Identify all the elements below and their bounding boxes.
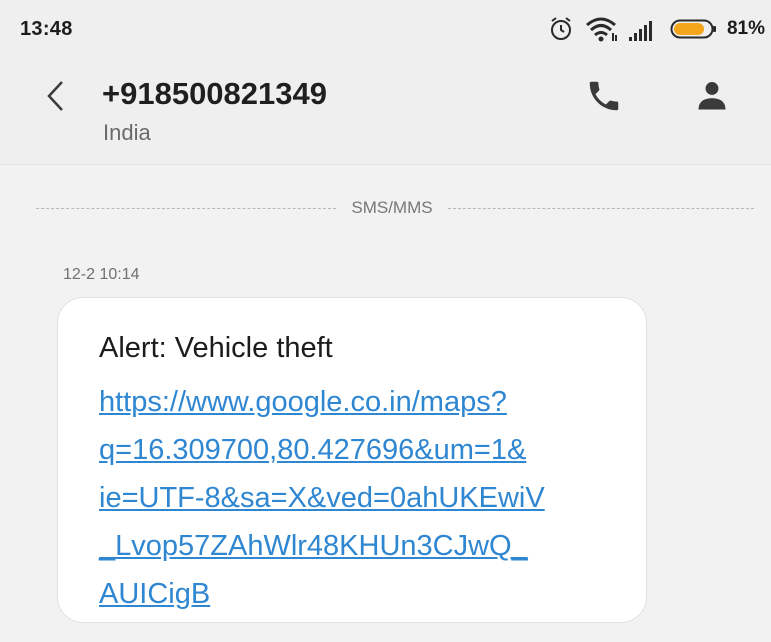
map-link[interactable]: https://www.google.co.in/maps? q=16.3097… <box>99 378 629 618</box>
back-button[interactable] <box>36 76 76 120</box>
call-button[interactable] <box>582 76 626 120</box>
map-link-line: ie=UTF-8&sa=X&ved=0ahUKEwiV <box>99 482 545 514</box>
message-timestamp: 12-2 10:14 <box>63 266 140 283</box>
map-link-line: https://www.google.co.in/maps? <box>99 386 507 418</box>
map-link-line: AUICigB <box>99 578 211 610</box>
status-icons: 81% <box>547 14 765 44</box>
battery-percent: 81% <box>726 18 765 39</box>
conversation-thread: SMS/MMS 12-2 10:14 Alert: Vehicle theft … <box>0 165 771 642</box>
contact-icon <box>694 78 730 119</box>
page-title: +918500821349 <box>102 76 327 111</box>
signal-icon <box>627 15 661 43</box>
divider-line-right <box>448 208 754 209</box>
status-bar: 13:48 81% <box>0 0 771 58</box>
conversation-header: +918500821349 India <box>0 58 771 165</box>
alarm-icon <box>547 15 575 43</box>
channel-divider: SMS/MMS <box>36 197 754 219</box>
map-link-line: _Lvop57ZAhWlr48KHUn3CJwQ_ <box>99 530 528 562</box>
battery-icon <box>670 17 718 41</box>
wifi-icon <box>584 15 618 43</box>
channel-label: SMS/MMS <box>351 198 433 217</box>
chevron-left-icon <box>44 78 68 119</box>
message-title: Alert: Vehicle theft <box>99 332 333 364</box>
call-icon <box>585 77 623 120</box>
messaging-screen: 13:48 81% +918500821349 India SMS/MMS 12… <box>0 0 771 642</box>
map-link-line: q=16.309700,80.427696&um=1& <box>99 434 527 466</box>
message-bubble[interactable]: Alert: Vehicle theft https://www.google.… <box>57 297 647 623</box>
status-time: 13:48 <box>20 18 73 40</box>
contact-location: India <box>103 120 151 145</box>
contact-button[interactable] <box>690 76 734 120</box>
divider-line-left <box>36 208 336 209</box>
